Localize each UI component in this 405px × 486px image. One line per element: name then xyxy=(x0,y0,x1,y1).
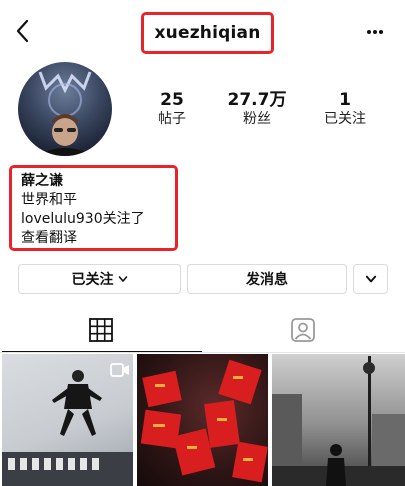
tagged-person-icon xyxy=(291,318,315,342)
message-button-label: 发消息 xyxy=(246,272,288,288)
following-button[interactable]: 已关注 xyxy=(18,264,181,294)
stat-following[interactable]: 1 已关注 xyxy=(310,90,380,128)
post-thumbnail-1[interactable] xyxy=(2,354,133,486)
posts-label: 帖子 xyxy=(158,111,186,127)
tab-tagged[interactable] xyxy=(290,317,316,343)
chevron-down-icon xyxy=(118,276,127,282)
bio-text: 世界和平 xyxy=(21,192,77,208)
post-thumbnail-2[interactable] xyxy=(137,354,268,486)
chevron-down-icon xyxy=(365,275,376,283)
post-image-3 xyxy=(272,356,405,486)
stat-followers[interactable]: 27.7万 粉丝 xyxy=(222,90,292,128)
grid-icon xyxy=(89,318,113,342)
following-button-label: 已关注 xyxy=(71,272,114,288)
suggested-dropdown-button[interactable] xyxy=(353,264,388,294)
post-thumbnail-3[interactable] xyxy=(272,354,405,486)
following-count: 1 xyxy=(339,90,351,110)
back-button[interactable] xyxy=(10,16,38,46)
see-translation-link[interactable]: 查看翻译 xyxy=(21,229,175,248)
followed-by-link[interactable]: lovelulu930关注了 xyxy=(21,210,175,229)
followers-label: 粉丝 xyxy=(243,111,271,127)
username-title: xuezhiqian xyxy=(141,12,274,54)
message-button[interactable]: 发消息 xyxy=(187,264,347,294)
chevron-left-icon xyxy=(16,19,29,43)
post-image-2 xyxy=(140,359,268,483)
tab-grid[interactable] xyxy=(88,317,114,343)
video-icon xyxy=(110,363,129,377)
followers-count: 27.7万 xyxy=(227,90,287,110)
avatar-image xyxy=(36,71,94,156)
more-options-button[interactable] xyxy=(360,22,390,42)
avatar[interactable] xyxy=(18,62,112,156)
posts-count: 25 xyxy=(160,90,184,110)
profile-name: 薛之谦 xyxy=(21,173,63,189)
following-label: 已关注 xyxy=(324,111,366,127)
tab-divider xyxy=(0,352,405,353)
stat-posts[interactable]: 25 帖子 xyxy=(137,90,207,128)
bio-section: 薛之谦 世界和平 lovelulu930关注了 查看翻译 xyxy=(9,165,178,251)
username-text: xuezhiqian xyxy=(154,23,261,43)
active-tab-indicator xyxy=(2,351,202,352)
